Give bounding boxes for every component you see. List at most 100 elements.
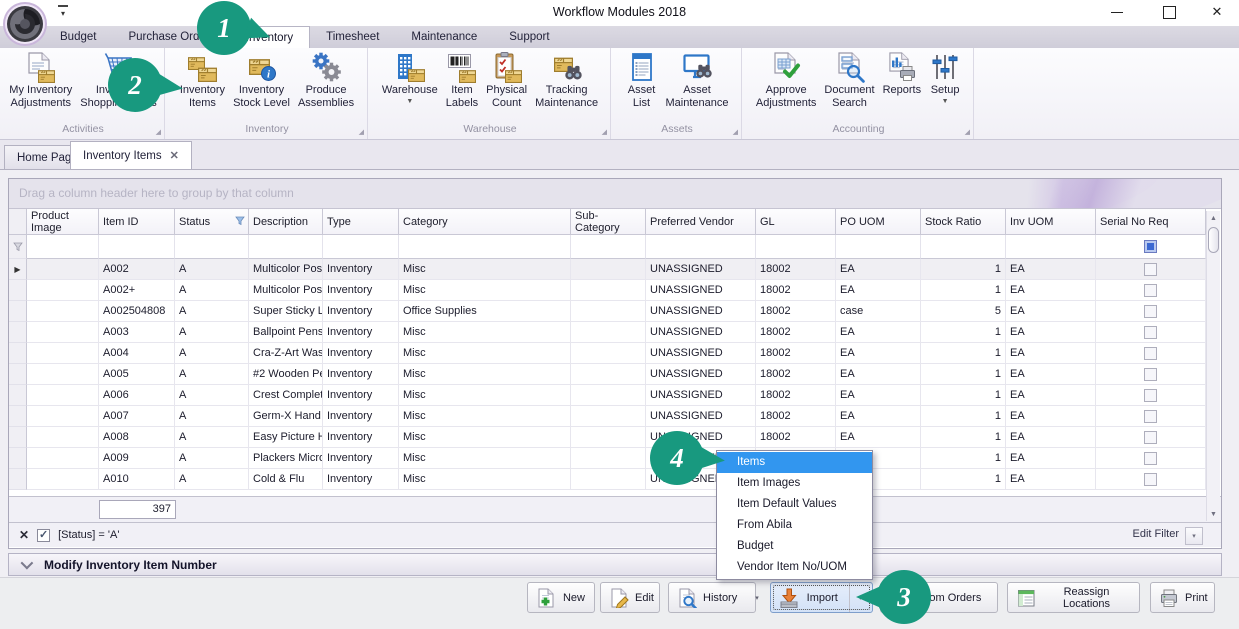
cell-preferred_vendor[interactable]: UNASSIGNED [646, 364, 756, 385]
menu-item-vendor-item-no-uom[interactable]: Vendor Item No/UOM [717, 557, 872, 578]
dropdown-arrow-icon[interactable]: ▾ [753, 594, 761, 602]
column-header-description[interactable]: Description [249, 209, 323, 235]
filter-cell[interactable] [27, 235, 99, 259]
column-header-type[interactable]: Type [323, 209, 399, 235]
cell-inv_uom[interactable]: EA [1006, 448, 1096, 469]
grid-row-A005[interactable]: A005A#2 Wooden Pe...InventoryMiscUNASSIG… [9, 364, 1221, 385]
cell-category[interactable]: Misc [399, 406, 571, 427]
serial-no-req-checkbox[interactable] [1144, 326, 1157, 339]
scrollbar-thumb[interactable] [1208, 227, 1219, 253]
cell-po_uom[interactable]: EA [836, 427, 921, 448]
cell-sub_category[interactable] [571, 469, 646, 490]
cell-serial-no-req[interactable] [1096, 385, 1206, 406]
filter-cell[interactable] [836, 235, 921, 259]
app-logo-icon[interactable] [2, 1, 48, 47]
cell-preferred_vendor[interactable]: UNASSIGNED [646, 322, 756, 343]
cell-product_image[interactable] [27, 469, 99, 490]
cell-serial-no-req[interactable] [1096, 469, 1206, 490]
filter-cell[interactable] [175, 235, 249, 259]
cell-gl[interactable]: 18002 [756, 301, 836, 322]
cell-gl[interactable]: 18002 [756, 406, 836, 427]
serial-no-req-checkbox[interactable] [1144, 410, 1157, 423]
cell-stock_ratio[interactable]: 1 [921, 364, 1006, 385]
dropdown-arrow-icon[interactable]: ▼ [406, 98, 413, 105]
cell-type[interactable]: Inventory [323, 322, 399, 343]
cell-po_uom[interactable]: case [836, 301, 921, 322]
minimize-button[interactable] [1100, 2, 1134, 22]
grid-row-A007[interactable]: A007AGerm-X Hand S...InventoryMiscUNASSI… [9, 406, 1221, 427]
cell-inv_uom[interactable]: EA [1006, 343, 1096, 364]
cell-sub_category[interactable] [571, 301, 646, 322]
menu-item-budget[interactable]: Budget [717, 536, 872, 557]
cell-status[interactable]: A [175, 427, 249, 448]
column-header-inv-uom[interactable]: Inv UOM [1006, 209, 1096, 235]
cell-product_image[interactable] [27, 364, 99, 385]
doc-tab-inventory-items[interactable]: Inventory Items✕ [70, 141, 192, 169]
cell-type[interactable]: Inventory [323, 280, 399, 301]
column-header-stock-ratio[interactable]: Stock Ratio [921, 209, 1006, 235]
cell-category[interactable]: Misc [399, 427, 571, 448]
cell-type[interactable]: Inventory [323, 385, 399, 406]
dropdown-arrow-icon[interactable]: ▼ [942, 98, 949, 105]
filter-funnel-icon[interactable] [235, 216, 245, 229]
cell-sub_category[interactable] [571, 343, 646, 364]
column-header-sub-category[interactable]: Sub-Category [571, 209, 646, 235]
cell-gl[interactable]: 18002 [756, 280, 836, 301]
cell-sub_category[interactable] [571, 448, 646, 469]
serial-no-req-checkbox[interactable] [1144, 473, 1157, 486]
cell-category[interactable]: Misc [399, 364, 571, 385]
column-header-gl[interactable]: GL [756, 209, 836, 235]
cell-item_id[interactable]: A002 [99, 259, 175, 280]
serial-no-req-checkbox[interactable] [1144, 347, 1157, 360]
filter-dropdown-icon[interactable]: ▾ [1185, 527, 1203, 545]
grid-row-A003[interactable]: A003ABallpoint Pens ...InventoryMiscUNAS… [9, 322, 1221, 343]
column-header-po-uom[interactable]: PO UOM [836, 209, 921, 235]
cell-description[interactable]: Easy Picture H... [249, 427, 323, 448]
cell-stock_ratio[interactable]: 1 [921, 469, 1006, 490]
cell-serial-no-req[interactable] [1096, 301, 1206, 322]
filter-cell[interactable] [399, 235, 571, 259]
cell-status[interactable]: A [175, 322, 249, 343]
cell-status[interactable]: A [175, 448, 249, 469]
cell-product_image[interactable] [27, 448, 99, 469]
item-labels-button[interactable]: Item Labels [443, 49, 481, 111]
serial-no-req-checkbox[interactable] [1144, 263, 1157, 276]
cell-stock_ratio[interactable]: 1 [921, 406, 1006, 427]
cell-preferred_vendor[interactable]: UNASSIGNED [646, 301, 756, 322]
cell-product_image[interactable] [27, 343, 99, 364]
cell-description[interactable]: Multicolor Post... [249, 280, 323, 301]
cell-serial-no-req[interactable] [1096, 406, 1206, 427]
cell-stock_ratio[interactable]: 1 [921, 322, 1006, 343]
cell-description[interactable]: Germ-X Hand S... [249, 406, 323, 427]
chevron-down-icon[interactable] [21, 557, 34, 570]
close-button[interactable]: ✕ [1200, 2, 1234, 22]
cell-description[interactable]: Multicolor Post... [249, 259, 323, 280]
setup-button[interactable]: Setup▼ [926, 49, 964, 107]
grid-row-A008[interactable]: A008AEasy Picture H...InventoryMiscUNASS… [9, 427, 1221, 448]
asset-list-button[interactable]: Asset List [623, 49, 661, 111]
cell-product_image[interactable] [27, 427, 99, 448]
cell-inv_uom[interactable]: EA [1006, 406, 1096, 427]
cell-item_id[interactable]: A002+ [99, 280, 175, 301]
cell-category[interactable]: Misc [399, 322, 571, 343]
cell-status[interactable]: A [175, 364, 249, 385]
cell-inv_uom[interactable]: EA [1006, 301, 1096, 322]
ribbon-tab-budget[interactable]: Budget [44, 26, 112, 48]
cell-product_image[interactable] [27, 322, 99, 343]
cell-sub_category[interactable] [571, 280, 646, 301]
cell-sub_category[interactable] [571, 406, 646, 427]
cell-inv_uom[interactable]: EA [1006, 322, 1096, 343]
cell-item_id[interactable]: A002504808 [99, 301, 175, 322]
cell-stock_ratio[interactable]: 1 [921, 427, 1006, 448]
grid-row-A009[interactable]: A009APlackers Micro ...InventoryMiscUNAS… [9, 448, 1221, 469]
cell-type[interactable]: Inventory [323, 448, 399, 469]
grid-row-A002[interactable]: ▶A002AMulticolor Post...InventoryMiscUNA… [9, 259, 1221, 280]
serial-no-req-checkbox[interactable] [1144, 452, 1157, 465]
cell-serial-no-req[interactable] [1096, 259, 1206, 280]
scroll-up-icon[interactable]: ▲ [1207, 211, 1220, 225]
column-header-product-image[interactable]: Product Image [27, 209, 99, 235]
menu-item-item-images[interactable]: Item Images [717, 473, 872, 494]
column-header-status[interactable]: Status [175, 209, 249, 235]
column-header-serial-no-req[interactable]: Serial No Req [1096, 209, 1206, 235]
grid-row-A004[interactable]: A004ACra-Z-Art Was...InventoryMiscUNASSI… [9, 343, 1221, 364]
